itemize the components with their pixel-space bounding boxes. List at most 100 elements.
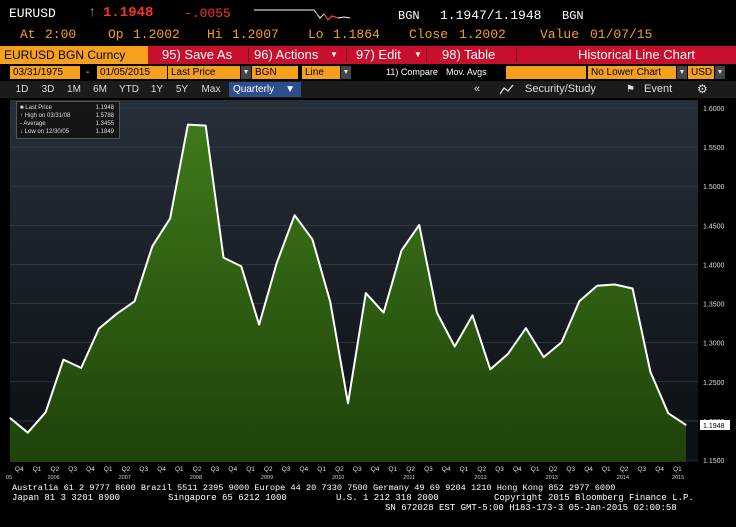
price-point (169, 217, 171, 219)
price-point (632, 287, 634, 290)
legend-value: 1.5788 (95, 113, 114, 119)
x-tick-label: Q4 (15, 466, 24, 473)
price-point (543, 356, 545, 358)
frequency-select[interactable]: Quarterly ▼ (229, 82, 301, 97)
chart-area[interactable]: 1.6000 1.5500 1.5000 1.4500 1.4000 1.3500 1.30… (0, 98, 736, 480)
legend-row: ↓ Low on 12/30/05 1.1849 (20, 128, 116, 136)
footer-session: SN 672028 EST GMT-5:00 H183-173-3 05-Jan… (385, 503, 677, 513)
y-tick-label: 1.3000 (703, 341, 725, 348)
x-tick-label: Q4 (228, 466, 237, 473)
x-tick-label: Q4 (300, 466, 309, 473)
x-tick-label: Q1 (317, 466, 326, 473)
x-tick-label: Q1 (175, 466, 184, 473)
price-point (489, 368, 491, 370)
x-tick-label: Q3 (495, 466, 504, 473)
x-tick-label: Q1 (460, 466, 469, 473)
price-point (400, 250, 402, 252)
command-bar: EURUSD BGN Curncy 95) Save As 96) Action… (0, 46, 736, 64)
legend-value: 1.1849 (95, 129, 114, 135)
y-tick-label: 1.3500 (703, 302, 725, 309)
period-button-3d[interactable]: 3D (36, 82, 60, 97)
y-tick-label: 1.1500 (703, 458, 725, 465)
close-value: 1.2002 (459, 27, 506, 42)
edit-menu[interactable]: 97) Edit (356, 46, 401, 64)
period-button-1y[interactable]: 1Y (146, 82, 168, 97)
bid-ask: 1.1947/1.1948 (440, 8, 542, 23)
price-point (418, 224, 420, 226)
compare-button[interactable]: 11) Compare (386, 66, 438, 79)
x-tick-label: Q4 (442, 466, 451, 473)
price-point (454, 345, 456, 348)
value-label: Value (540, 27, 580, 42)
lower-chart-select[interactable]: No Lower Chart (588, 66, 676, 79)
field-select[interactable]: Last Price (168, 66, 240, 79)
lower-chart-dropdown-icon[interactable]: ▼ (677, 66, 687, 79)
quote-header: EURUSD ↑ 1.1948 -.0055 BGN 1.1947/1.1948… (0, 0, 736, 46)
gear-icon[interactable]: ⚙ (697, 82, 708, 97)
period-button-ytd[interactable]: YTD (114, 82, 144, 97)
legend-row: ■ Last Price 1.1948 (20, 104, 116, 112)
x-tick-label: Q3 (68, 466, 77, 473)
moving-averages-button[interactable]: Mov. Avgs (446, 66, 487, 79)
x-tick-label: Q2 (549, 466, 558, 473)
at-time: 2:00 (45, 27, 77, 42)
x-tick-label: Q2 (620, 466, 629, 473)
table-button[interactable]: 98) Table (442, 46, 495, 64)
save-as-button[interactable]: 95) Save As (162, 46, 232, 64)
period-button-5y[interactable]: 5Y (170, 82, 194, 97)
open-label: Op (108, 27, 124, 42)
parameter-bar: 03/31/1975 - 01/05/2015 Last Price ▼ BGN… (0, 64, 736, 81)
x-tick-label: Q3 (424, 466, 433, 473)
currency-dropdown-icon[interactable]: ▼ (715, 66, 725, 79)
price-point (436, 312, 438, 314)
price-point (507, 353, 509, 355)
source-select[interactable]: BGN (252, 66, 298, 79)
x-tick-label: Q3 (282, 466, 291, 473)
field-dropdown-icon[interactable]: ▼ (241, 66, 251, 79)
x-tick-label: Q3 (139, 466, 148, 473)
style-dropdown-icon[interactable]: ▼ (341, 66, 351, 79)
x-tick-label: Q2 (477, 466, 486, 473)
close-label: Close (409, 27, 449, 42)
legend-label: Last Price (25, 105, 52, 111)
price-point (347, 402, 349, 404)
start-date-field[interactable]: 03/31/1975 (10, 66, 80, 79)
actions-menu[interactable]: 96) Actions (254, 46, 318, 64)
value-date: 01/07/15 (590, 27, 653, 42)
price-chart: 1.6000 1.5500 1.5000 1.4500 1.4000 1.3500 1.30… (0, 98, 736, 480)
period-button-6m[interactable]: 6M (88, 82, 112, 97)
actions-dropdown-icon[interactable]: ▼ (330, 46, 338, 64)
y-tick-label: 1.6000 (703, 106, 725, 113)
x-tick-label: Q4 (584, 466, 593, 473)
security-study-button[interactable]: Security/Study (525, 82, 596, 97)
price-point (9, 417, 11, 419)
x-tick-label: Q1 (531, 466, 540, 473)
price-point (311, 238, 313, 240)
x-tick-label: Q2 (406, 466, 415, 473)
event-button[interactable]: Event (644, 82, 672, 97)
x-tick-label: Q2 (193, 466, 202, 473)
high-label: Hi (207, 27, 223, 42)
frequency-label: Quarterly (233, 84, 275, 95)
collapse-icon[interactable]: « (474, 82, 480, 97)
blank-field[interactable] (506, 66, 586, 79)
security-study-icon (500, 84, 514, 95)
low-value: 1.1864 (333, 27, 380, 42)
style-select[interactable]: Line (302, 66, 340, 79)
period-button-1m[interactable]: 1M (62, 82, 86, 97)
currency-select[interactable]: USD (688, 66, 714, 79)
price-point (560, 341, 563, 343)
high-value: 1.2007 (232, 27, 279, 42)
period-button-max[interactable]: Max (196, 82, 226, 97)
end-date-field[interactable]: 01/05/2015 (97, 66, 167, 79)
frequency-dropdown-icon: ▼ (285, 84, 295, 95)
y-tick-label: 1.4000 (703, 262, 725, 269)
chart-legend[interactable]: ■ Last Price 1.1948 ↑ High on 03/31/08 1.57… (16, 101, 120, 139)
footer-phone-singapore: Singapore 65 6212 1000 (168, 493, 287, 503)
price-point (649, 371, 652, 373)
edit-dropdown-icon[interactable]: ▼ (414, 46, 422, 64)
security-title[interactable]: EURUSD BGN Curncy (0, 46, 148, 64)
period-button-1d[interactable]: 1D (10, 82, 34, 97)
legend-row: - Average 1.3455 (20, 120, 116, 128)
price-point (383, 312, 385, 314)
